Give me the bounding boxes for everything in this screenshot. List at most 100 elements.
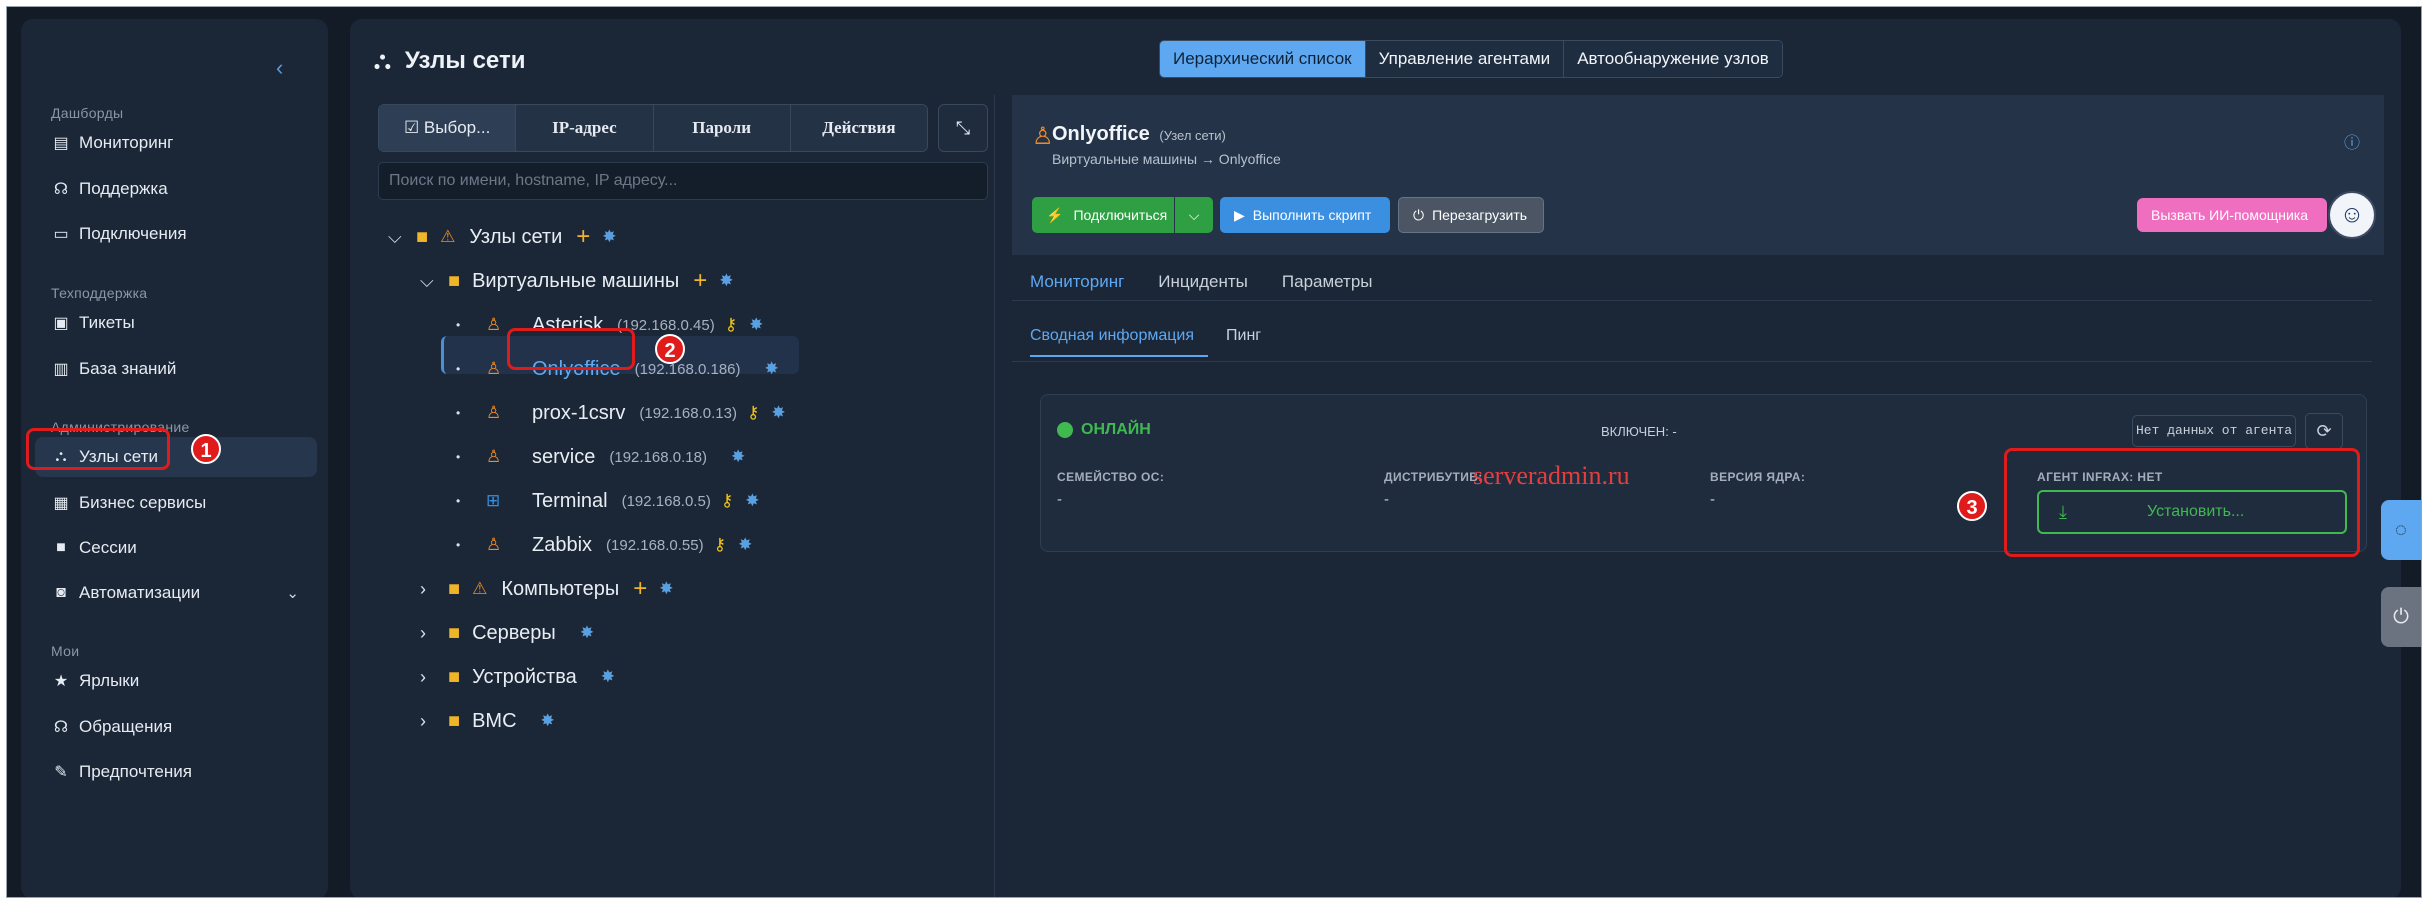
sidebar-item-sessions[interactable]: ■ Сессии [35,528,317,568]
sidebar-item-knowledge-base[interactable]: ▥ База знаний [35,349,317,389]
tab-discovery[interactable]: Автообнаружение узлов [1564,41,1782,77]
reboot-button[interactable]: ⏻ Перезагрузить [1398,197,1544,233]
pane-divider[interactable] [994,95,995,897]
wrench-icon: ✎ [54,764,68,781]
tab-incidents[interactable]: Инциденты [1158,272,1248,292]
sidebar-item-monitoring[interactable]: ▤ Мониторинг [35,123,317,163]
server-icon: ▤ [53,135,69,152]
sidebar-item-preferences[interactable]: ✎ Предпочтения [35,752,317,792]
tree-folder-devices[interactable]: › ■ Устройства ✸ [420,659,615,695]
tree-folder-servers[interactable]: › ■ Серверы ✸ [420,615,594,651]
tree-label: Устройства [472,665,577,688]
monitoring-subtabs: Сводная информация Пинг [1030,327,1293,357]
annotation-box-1 [26,428,170,470]
tree-host[interactable]: • ⊞ Terminal (192.168.0.5) ⚷ ✸ [456,483,760,519]
bullet-icon: • [456,406,461,420]
ai-assistant-button[interactable]: Вызвать ИИ-помощника [2137,198,2327,232]
connect-dropdown-button[interactable]: ⌵ [1175,197,1213,233]
sidebar-item-label: Тикеты [79,313,135,332]
gear-icon[interactable]: ✸ [745,491,759,511]
actions-button[interactable]: Действия [790,105,927,151]
sidebar-item-requests[interactable]: ☊ Обращения [35,707,317,747]
host-ip: (192.168.0.13) [639,404,737,422]
loading-spinner-icon[interactable]: ◌ [2381,500,2421,560]
gear-icon[interactable]: ✸ [765,359,779,379]
tab-ping[interactable]: Пинг [1226,327,1275,357]
tree-folder-computers[interactable]: › ■ ⚠ Компьютеры + ✸ [420,571,674,607]
passwords-button[interactable]: Пароли [653,105,791,151]
gear-icon[interactable]: ✸ [719,271,733,291]
chevron-down-icon[interactable]: ⌵ [420,271,448,292]
tree-label: Серверы [472,621,556,644]
tree-host[interactable]: • ♙ service (192.168.0.18) ✸ [456,439,745,475]
sidebar-item-label: Мониторинг [79,133,174,152]
chevron-right-icon[interactable]: › [420,623,448,644]
enabled-text: ВКЛЮЧЕН: - [1601,424,1677,439]
sidebar-item-tickets[interactable]: ▣ Тикеты [35,303,317,343]
ip-address-button[interactable]: IP-адрес [516,105,654,151]
distro-value: - [1384,491,1389,508]
tab-monitoring[interactable]: Мониторинг [1030,272,1124,292]
tree-folder-vm[interactable]: ⌵ ■ Виртуальные машины + ✸ [420,263,734,299]
gear-icon[interactable]: ✸ [771,403,785,423]
host-ip: (192.168.0.55) [606,536,704,554]
headphones-icon: ☊ [53,719,69,736]
tree-host[interactable]: • ♙ prox-1csrv (192.168.0.13) ⚷ ✸ [456,395,786,431]
host-ip: (192.168.0.18) [609,448,707,466]
sidebar-item-label: Сессии [79,538,137,557]
run-script-button[interactable]: ▶ Выполнить скрипт [1220,197,1390,233]
sidebar-collapse-button[interactable]: ‹ [276,55,283,81]
gear-icon[interactable]: ✸ [738,535,752,555]
sidebar-item-automations[interactable]: ◙ Автоматизации ⌄ [35,573,317,613]
gear-icon[interactable]: ✸ [580,623,594,643]
sidebar-item-label: Автоматизации [79,583,201,602]
tree-label: Компьютеры [501,577,620,600]
annotation-number-1: 1 [191,434,221,464]
sidebar-item-label: База знаний [79,359,177,378]
key-icon[interactable]: ⚷ [725,315,737,335]
connect-button[interactable]: ⚡ Подключиться [1032,197,1174,233]
select-button[interactable]: ☑ Выбор... [379,105,517,151]
chevron-right-icon[interactable]: › [420,711,448,732]
ai-avatar-icon[interactable]: ☺ [2328,191,2376,239]
key-icon[interactable]: ⚷ [747,403,759,423]
sidebar-item-business-services[interactable]: ▦ Бизнес сервисы [35,483,317,523]
gear-icon[interactable]: ✸ [602,227,616,247]
folder-icon: ■ [448,577,461,600]
folder-icon: ■ [448,709,461,732]
power-icon[interactable]: ⏻ [2381,587,2421,647]
gear-icon[interactable]: ✸ [731,447,745,467]
key-icon[interactable]: ⚷ [721,491,733,511]
node-header: ♙ Onlyoffice (Узел сети) Виртуальные маш… [1012,95,2384,255]
watermark: serveradmin.ru [1473,461,1630,490]
gear-icon[interactable]: ✸ [541,711,555,731]
page-title-text: Узлы сети [404,47,526,74]
section-title-dashboards: Дашборды [51,105,124,121]
tab-hierarchy[interactable]: Иерархический список [1160,41,1366,77]
add-icon[interactable]: + [693,267,707,295]
tab-summary[interactable]: Сводная информация [1030,327,1208,357]
chevron-right-icon[interactable]: › [420,667,448,688]
sidebar-item-shortcuts[interactable]: ★ Ярлыки [35,661,317,701]
connect-label: Подключиться [1073,207,1168,223]
search-input[interactable] [378,162,988,200]
gear-icon[interactable]: ✸ [601,667,615,687]
collapse-tree-icon[interactable]: ⤡ [938,104,988,152]
info-icon[interactable]: ⓘ [2344,129,2360,153]
tree-root[interactable]: ⌵ ■ ⚠ Узлы сети + ✸ [388,219,617,255]
gear-icon[interactable]: ✸ [749,315,763,335]
refresh-icon[interactable]: ⟳ [2305,413,2343,449]
tree-host[interactable]: • ♙ Zabbix (192.168.0.55) ⚷ ✸ [456,527,752,563]
detail-tabs: Мониторинг Инциденты Параметры [1030,272,1407,292]
sidebar-item-support[interactable]: ☊ Поддержка [35,169,317,209]
key-icon[interactable]: ⚷ [714,535,726,555]
tree-folder-bmc[interactable]: › ■ BMC ✸ [420,703,555,739]
chevron-down-icon[interactable]: ⌵ [388,227,416,248]
tab-agents[interactable]: Управление агентами [1365,41,1565,77]
add-icon[interactable]: + [633,575,647,603]
tab-parameters[interactable]: Параметры [1282,272,1373,292]
gear-icon[interactable]: ✸ [659,579,673,599]
sidebar-item-connections[interactable]: ▭ Подключения [35,214,317,254]
add-icon[interactable]: + [576,223,590,251]
chevron-right-icon[interactable]: › [420,579,448,600]
